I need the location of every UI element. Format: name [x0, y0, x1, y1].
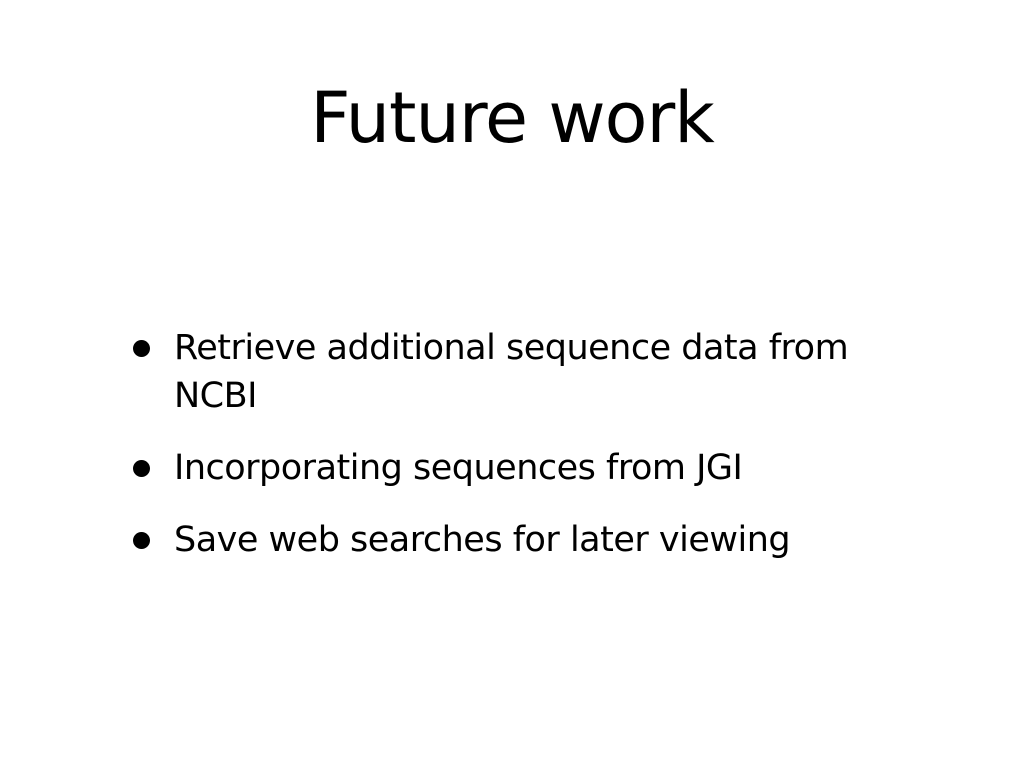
- bullet-icon: [133, 340, 150, 357]
- list-item: Save web searches for later viewing: [132, 516, 892, 564]
- bullet-text: Save web searches for later viewing: [174, 520, 791, 560]
- list-item: Incorporating sequences from JGI: [132, 444, 892, 492]
- bullet-text: Retrieve additional sequence data from N…: [174, 328, 849, 416]
- slide-title: Future work: [310, 77, 715, 159]
- bullet-text: Incorporating sequences from JGI: [174, 448, 743, 488]
- list-item: Retrieve additional sequence data from N…: [132, 324, 892, 420]
- slide: Future work Retrieve additional sequence…: [0, 0, 1024, 768]
- bullet-list: Retrieve additional sequence data from N…: [132, 324, 892, 588]
- bullet-icon: [133, 532, 150, 549]
- bullet-icon: [133, 460, 150, 477]
